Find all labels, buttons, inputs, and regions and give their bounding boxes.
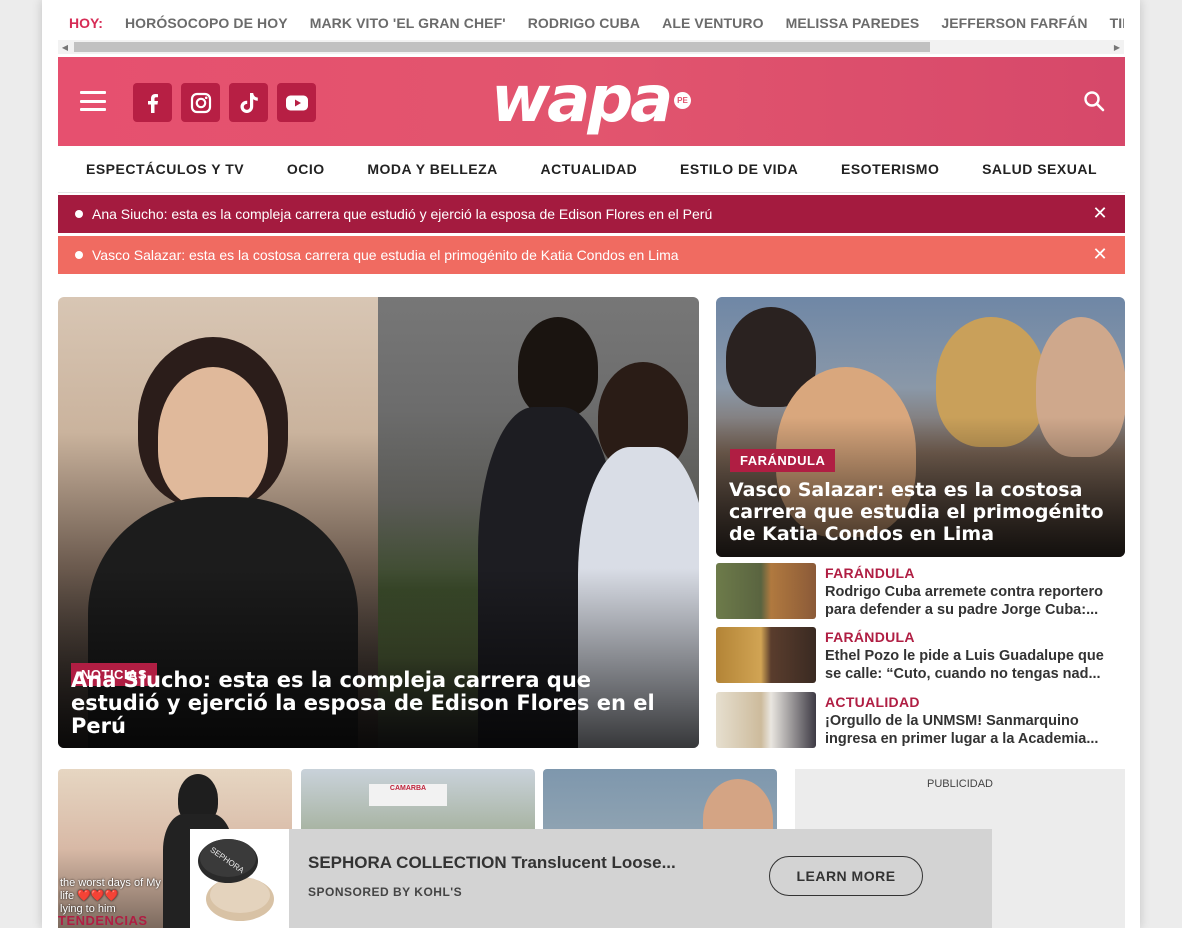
nav-item[interactable]: ESOTERISMO (841, 161, 939, 177)
sponsored-banner[interactable]: SEPHORA SEPHORA COLLECTION Translucent L… (190, 829, 992, 928)
alert-text[interactable]: Vasco Salazar: esta es la costosa carrer… (92, 247, 679, 263)
street-sign: CAMARBA (369, 784, 447, 806)
trending-link[interactable]: MELISSA PAREDES (786, 15, 920, 31)
news-category[interactable]: FARÁNDULA (825, 629, 915, 645)
nav-item[interactable]: SALUD SEXUAL (982, 161, 1097, 177)
trending-link[interactable]: TINKA (1110, 15, 1124, 31)
news-category[interactable]: FARÁNDULA (825, 565, 915, 581)
trending-row: HOY: HORÓSOCOPO DE HOY MARK VITO 'EL GRAN… (58, 10, 1124, 36)
page: HOY: HORÓSOCOPO DE HOY MARK VITO 'EL GRAN… (42, 0, 1140, 928)
trending-bar: HOY: HORÓSOCOPO DE HOY MARK VITO 'EL GRAN… (58, 0, 1124, 56)
card-caption: the worst days of My life ❤️❤️❤️ lying t… (60, 877, 161, 915)
nav-item[interactable]: OCIO (287, 161, 325, 177)
trending-label: HOY: (69, 15, 103, 31)
news-headline[interactable]: ¡Orgullo de la UNMSM! Sanmarquino ingresa… (825, 712, 1125, 748)
secondary-story[interactable]: FARÁNDULA Vasco Salazar: esta es la cost… (716, 297, 1125, 557)
news-thumbnail[interactable] (716, 563, 816, 619)
nav-item[interactable]: ESTILO DE VIDA (680, 161, 798, 177)
face-shape (158, 367, 268, 507)
news-thumbnail[interactable] (716, 627, 816, 683)
youtube-icon[interactable] (277, 83, 316, 122)
bullet-icon (75, 251, 83, 259)
nav-item[interactable]: MODA Y BELLEZA (367, 161, 497, 177)
ad-label: PUBLICIDAD (926, 778, 994, 790)
tiktok-icon[interactable] (229, 83, 268, 122)
alert-text[interactable]: Ana Siucho: esta es la compleja carrera … (92, 206, 712, 222)
horizontal-scrollbar[interactable]: ◀ ▶ (58, 40, 1124, 54)
learn-more-button[interactable]: LEARN MORE (769, 856, 923, 896)
scroll-right-icon[interactable]: ▶ (1110, 40, 1124, 54)
breaking-alert-2[interactable]: Vasco Salazar: esta es la costosa carrer… (58, 236, 1125, 274)
nav-item[interactable]: ESPECTÁCULOS Y TV (86, 161, 244, 177)
section-label[interactable]: TENDENCIAS (58, 913, 148, 928)
news-item[interactable]: FARÁNDULA Ethel Pozo le pide a Luis Guad… (716, 627, 1125, 683)
ad-title[interactable]: SEPHORA COLLECTION Translucent Loose... (308, 853, 676, 873)
news-headline[interactable]: Rodrigo Cuba arremete contra reportero pa… (825, 583, 1125, 619)
search-icon[interactable] (1083, 90, 1105, 112)
menu-icon[interactable] (80, 91, 106, 111)
instagram-icon[interactable] (181, 83, 220, 122)
hero-headline[interactable]: Ana Siucho: esta es la compleja carrera … (71, 669, 681, 738)
news-category[interactable]: ACTUALIDAD (825, 694, 920, 710)
site-header: wapa PE (58, 57, 1125, 146)
facebook-icon[interactable] (133, 83, 172, 122)
head-shape (518, 317, 598, 417)
close-icon[interactable]: ✕ (1091, 245, 1109, 263)
main-story[interactable]: NOTICIAS Ana Siucho: esta es la compleja… (58, 297, 699, 748)
trending-link[interactable]: RODRIGO CUBA (528, 15, 640, 31)
close-icon[interactable]: ✕ (1091, 204, 1109, 222)
news-thumbnail[interactable] (716, 692, 816, 748)
trending-link[interactable]: ALE VENTURO (662, 15, 763, 31)
news-item[interactable]: ACTUALIDAD ¡Orgullo de la UNMSM! Sanmarq… (716, 692, 1125, 748)
main-nav: ESPECTÁCULOS Y TV OCIO MODA Y BELLEZA ACTUA… (58, 146, 1125, 193)
news-item[interactable]: FARÁNDULA Rodrigo Cuba arremete contra r… (716, 563, 1125, 619)
trending-link[interactable]: MARK VITO 'EL GRAN CHEF' (310, 15, 506, 31)
nav-item[interactable]: ACTUALIDAD (541, 161, 638, 177)
site-logo[interactable]: wapa (491, 65, 673, 135)
trending-link[interactable]: HORÓSOCOPO DE HOY (125, 15, 288, 31)
trending-link[interactable]: JEFFERSON FARFÁN (941, 15, 1087, 31)
scrollbar-thumb[interactable] (74, 42, 930, 52)
scroll-left-icon[interactable]: ◀ (58, 40, 72, 54)
product-image[interactable]: SEPHORA (190, 829, 289, 928)
bullet-icon (75, 210, 83, 218)
news-headline[interactable]: Ethel Pozo le pide a Luis Guadalupe que s… (825, 647, 1125, 683)
breaking-alert-1[interactable]: Ana Siucho: esta es la compleja carrera … (58, 195, 1125, 233)
logo-country-badge: PE (674, 92, 691, 109)
category-tag[interactable]: FARÁNDULA (730, 449, 836, 472)
secondary-headline[interactable]: Vasco Salazar: esta es la costosa carrer… (729, 479, 1119, 545)
ad-sponsor: SPONSORED BY KOHL'S (308, 885, 463, 899)
